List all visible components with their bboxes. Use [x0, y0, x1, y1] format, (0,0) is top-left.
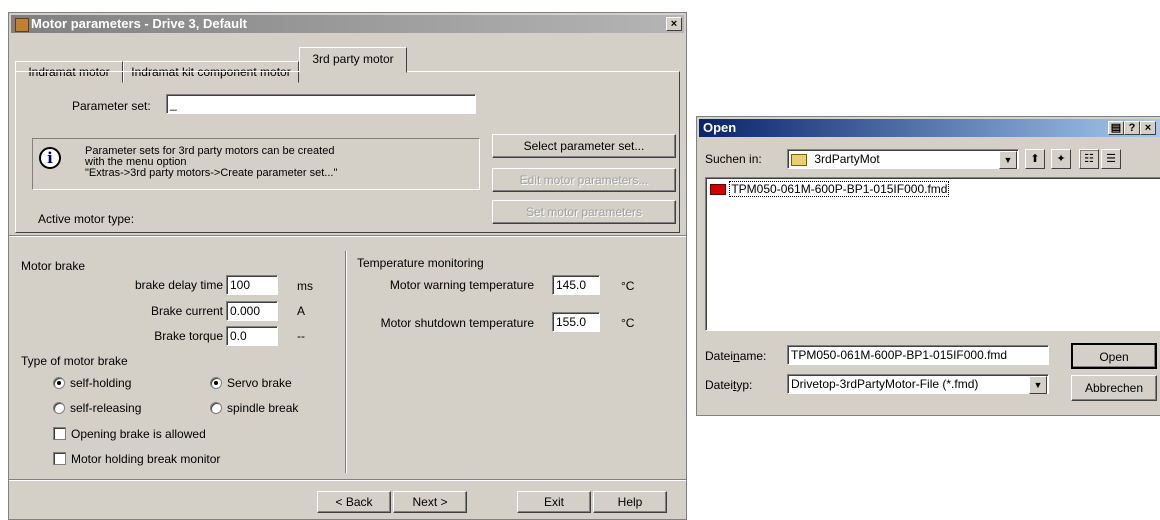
info-box: i Parameter sets for 3rd party motors ca…: [32, 138, 480, 190]
shutdown-temp-label: Motor shutdown temperature: [380, 316, 534, 330]
filetype-label: Dateityp:: [705, 378, 753, 392]
brake-current-field[interactable]: 0.000: [226, 301, 278, 321]
parameter-set-field[interactable]: _: [166, 94, 476, 114]
motor-dialog-title: Motor parameters - Drive 3, Default: [31, 16, 248, 31]
brake-torque-field[interactable]: 0.0: [226, 326, 278, 346]
filetype-value: Drivetop-3rdPartyMotor-File (*.fmd): [791, 377, 979, 391]
help-title-button[interactable]: ?: [1124, 121, 1140, 135]
self-holding-radio[interactable]: [53, 377, 65, 389]
app-icon: [15, 18, 29, 32]
motor-brake-heading: Motor brake: [21, 259, 86, 273]
exit-button[interactable]: Exit: [517, 491, 591, 513]
file-icon: [710, 184, 726, 196]
file-name: TPM050-061M-600P-BP1-015IF000.fmd: [729, 181, 950, 197]
look-in-value: 3rdPartyMot: [814, 152, 880, 166]
self-releasing-label[interactable]: self-releasing: [70, 401, 141, 415]
filename-field[interactable]: TPM050-061M-600P-BP1-015IF000.fmd: [787, 345, 1049, 365]
brake-torque-label: Brake torque: [154, 329, 223, 343]
motor-dialog-titlebar[interactable]: Motor parameters - Drive 3, Default ×: [11, 15, 684, 33]
tab-label: 3rd party motor: [312, 52, 394, 66]
opening-allowed-checkbox[interactable]: [53, 427, 66, 440]
open-dialog: Open ▤ ? × Suchen in: 3rdPartyMot ▼ ⬆ ✦ …: [696, 116, 1160, 416]
brake-torque-unit: --: [297, 329, 305, 343]
up-folder-icon[interactable]: ⬆: [1025, 149, 1045, 169]
temperature-heading: Temperature monitoring: [357, 256, 484, 270]
look-in-combo[interactable]: 3rdPartyMot ▼: [787, 149, 1019, 169]
set-motor-parameters-button[interactable]: Set motor parameters: [492, 200, 676, 224]
self-releasing-radio[interactable]: [53, 402, 65, 414]
spindle-break-radio[interactable]: [210, 402, 222, 414]
shutdown-temp-unit: °C: [621, 316, 635, 330]
list-view-icon[interactable]: ☷: [1079, 149, 1099, 169]
new-folder-icon[interactable]: ✦: [1051, 149, 1071, 169]
brake-type-heading: Type of motor brake: [21, 354, 128, 368]
motor-parameters-dialog: Motor parameters - Drive 3, Default × In…: [8, 12, 687, 520]
file-list[interactable]: TPM050-061M-600P-BP1-015IF000.fmd: [705, 177, 1160, 331]
shutdown-temp-field[interactable]: 155.0: [552, 312, 600, 332]
warning-temp-unit: °C: [621, 279, 635, 293]
spindle-break-label[interactable]: spindle break: [227, 401, 298, 415]
close-button[interactable]: ×: [1140, 121, 1156, 135]
servo-brake-label[interactable]: Servo brake: [227, 376, 292, 390]
edit-motor-parameters-button[interactable]: Edit motor parameters...: [492, 168, 676, 192]
look-in-label: Suchen in:: [705, 152, 762, 166]
holding-monitor-checkbox[interactable]: [53, 452, 66, 465]
tab-3rd-party-motor[interactable]: 3rd party motor: [299, 47, 407, 73]
details-view-icon[interactable]: ☰: [1101, 149, 1121, 169]
filename-label: Dateiname:: [705, 349, 767, 363]
warning-temp-field[interactable]: 145.0: [552, 275, 600, 295]
opening-allowed-label[interactable]: Opening brake is allowed: [71, 427, 206, 441]
close-button[interactable]: ×: [666, 17, 682, 31]
tab-panel: Parameter set: _ i Parameter sets for 3r…: [15, 71, 680, 233]
brake-delay-label: brake delay time: [134, 278, 223, 292]
brake-delay-field[interactable]: 100: [226, 275, 278, 295]
self-holding-label[interactable]: self-holding: [70, 376, 131, 390]
next-button[interactable]: Next >: [393, 491, 467, 513]
bottom-separator: [9, 479, 686, 481]
list-item[interactable]: TPM050-061M-600P-BP1-015IF000.fmd: [710, 181, 950, 197]
select-parameter-set-button[interactable]: Select parameter set...: [492, 134, 676, 158]
back-button[interactable]: < Back: [317, 491, 391, 513]
print-icon[interactable]: ▤: [1108, 121, 1124, 135]
separator: [9, 235, 686, 237]
open-button[interactable]: Open: [1071, 343, 1157, 369]
brake-current-label: Brake current: [150, 304, 223, 318]
chevron-down-icon[interactable]: ▼: [999, 151, 1017, 169]
brake-delay-unit: ms: [297, 279, 313, 293]
folder-icon: [791, 153, 807, 166]
info-text: Parameter sets for 3rd party motors can …: [85, 145, 338, 179]
servo-brake-radio[interactable]: [210, 377, 222, 389]
help-button[interactable]: Help: [593, 491, 667, 513]
holding-monitor-label[interactable]: Motor holding break monitor: [71, 452, 220, 466]
open-dialog-title: Open: [703, 120, 737, 135]
warning-temp-label: Motor warning temperature: [389, 278, 534, 292]
open-dialog-titlebar[interactable]: Open ▤ ? ×: [699, 119, 1160, 137]
info-icon: i: [39, 147, 61, 169]
brake-current-unit: A: [297, 304, 306, 318]
active-motor-type-label: Active motor type:: [38, 212, 135, 226]
cancel-button[interactable]: Abbrechen: [1071, 375, 1157, 401]
section-divider: [345, 251, 347, 473]
parameter-set-label: Parameter set:: [72, 99, 151, 113]
chevron-down-icon[interactable]: ▼: [1029, 376, 1047, 394]
filetype-combo[interactable]: Drivetop-3rdPartyMotor-File (*.fmd) ▼: [787, 374, 1049, 394]
